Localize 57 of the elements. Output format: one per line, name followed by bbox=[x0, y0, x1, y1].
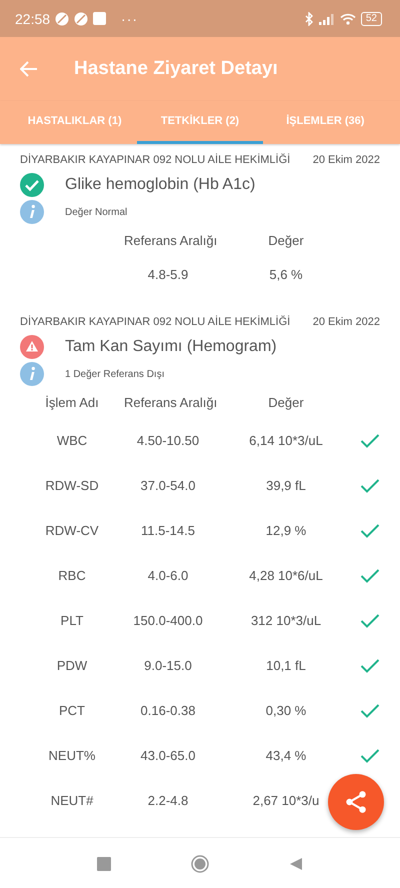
table-cell-text: WBC bbox=[56, 433, 88, 448]
back-icon bbox=[289, 856, 303, 870]
table-cell-text: 9.0-15.0 bbox=[143, 658, 193, 673]
table-cell-text: PCT bbox=[58, 703, 86, 718]
institution-name: DİYARBAKIR KAYAPINAR 092 NOLU AİLE HEKİMLİĞİ bbox=[20, 154, 290, 168]
table-cell-text: RDW-SD bbox=[44, 478, 100, 493]
institution-name: DİYARBAKIR KAYAPINAR 092 NOLU AİLE HEKİMLİĞİ bbox=[20, 316, 290, 330]
column-header: İşlem Adı bbox=[44, 394, 100, 410]
wifi-icon bbox=[340, 12, 356, 24]
more-indicator: ··· bbox=[121, 10, 138, 26]
table-cell-text: 312 10*3/uL bbox=[250, 613, 322, 628]
table-cell-text: RDW-CV bbox=[44, 523, 100, 538]
table-cell-text: 5,6 % bbox=[268, 266, 304, 282]
table-cell-text: 4,28 10*6/uL bbox=[248, 568, 324, 583]
test-name: Glike hemoglobin (Hb A1c) bbox=[65, 176, 256, 194]
result-note: Değer Normal bbox=[65, 206, 128, 218]
table-cell-text: 11.5-14.5 bbox=[140, 523, 196, 538]
test-name: Tam Kan Sayımı (Hemogram) bbox=[65, 338, 277, 356]
pill-icon bbox=[55, 12, 70, 26]
recent-apps-icon bbox=[97, 856, 111, 870]
tab[interactable]: TETKİKLER (2) bbox=[137, 101, 263, 144]
test-date: 20 Ekim 2022 bbox=[312, 316, 380, 330]
signal-icon bbox=[318, 12, 335, 24]
table-cell-text: 150.0-400.0 bbox=[132, 613, 204, 628]
table-cell-text: NEUT% bbox=[48, 748, 96, 763]
screen-title: Hastane Ziyaret Detayı bbox=[74, 58, 278, 80]
app-icon bbox=[93, 12, 106, 25]
info-icon bbox=[20, 200, 44, 224]
table-cell-text: 43.0-65.0 bbox=[140, 748, 196, 763]
clock-time: 22:58 bbox=[15, 10, 50, 26]
table-cell-text: 6,14 10*3/uL bbox=[248, 433, 324, 448]
share-button[interactable] bbox=[328, 774, 384, 830]
table-cell-text: 0.16-0.38 bbox=[140, 703, 196, 718]
table-cell-text: 4.50-10.50 bbox=[136, 433, 200, 448]
table-cell-text: PDW bbox=[56, 658, 88, 673]
result-note: 1 Değer Referans Dışı bbox=[65, 368, 164, 380]
table-cell-text: 4.8-5.9 bbox=[146, 266, 190, 282]
table-cell-text: PLT bbox=[60, 613, 84, 628]
test-date: 20 Ekim 2022 bbox=[312, 154, 380, 168]
bluetooth-icon bbox=[304, 12, 314, 26]
tab[interactable]: HASTALIKLAR (1) bbox=[12, 101, 138, 144]
table-cell-text: NEUT# bbox=[50, 793, 94, 808]
battery-icon: 52 bbox=[360, 12, 382, 26]
table-cell-text: 4.0-6.0 bbox=[146, 568, 190, 583]
table-cell-text: 12,9 % bbox=[264, 523, 308, 538]
pill-icon bbox=[74, 12, 88, 26]
table-cell-text: 37.0-54.0 bbox=[140, 478, 196, 493]
info-icon bbox=[20, 362, 44, 386]
table-cell-text: 43,4 % bbox=[264, 748, 308, 763]
table-cell-text: 0,30 % bbox=[264, 703, 308, 718]
tab[interactable]: İŞLEMLER (36) bbox=[262, 101, 388, 144]
table-cell-text: 2.2-4.8 bbox=[146, 793, 190, 808]
table-cell-text: 2,67 10*3/u bbox=[252, 793, 320, 808]
table-cell-text: 10,1 fL bbox=[265, 658, 307, 673]
table-cell-text: RBC bbox=[57, 568, 87, 583]
home-icon bbox=[191, 854, 209, 872]
table-cell-text: 39,9 fL bbox=[265, 478, 307, 493]
